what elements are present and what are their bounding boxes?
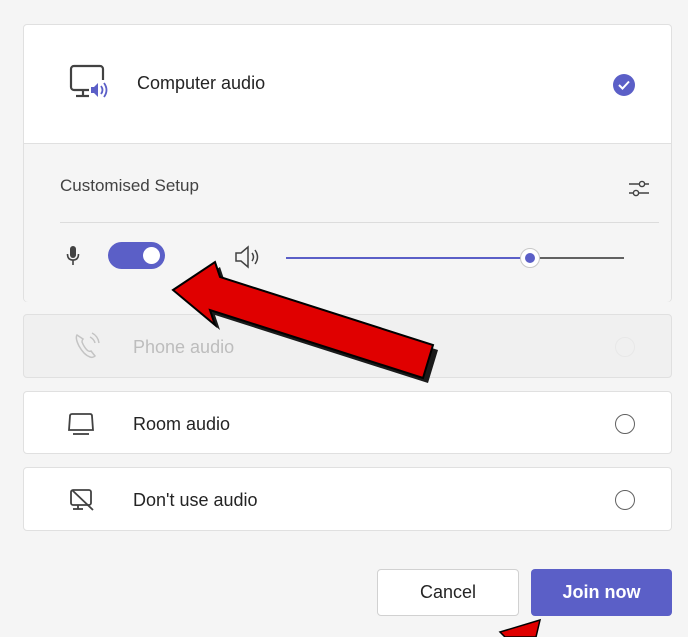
annotation-arrow-overlay: [171, 260, 542, 637]
annotation-arrow-secondary: [498, 618, 542, 637]
annotation-arrow-main: [171, 260, 438, 383]
